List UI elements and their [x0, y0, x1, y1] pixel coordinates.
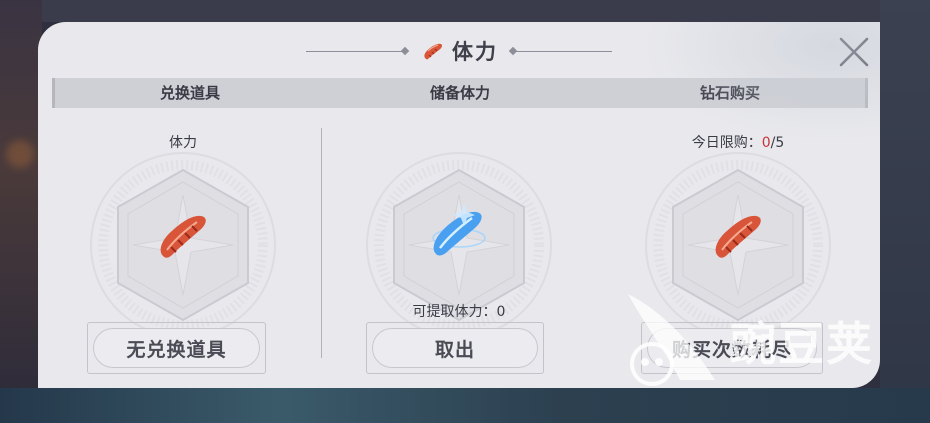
dialog-title: 体力 [452, 39, 498, 64]
title-divider-left [306, 50, 406, 52]
game-background-right [880, 0, 930, 423]
stamina-dialog: 体力 兑换道具 储备体力 钻石购买 体力 无兑换道具 可提取体力：0 取出 今日… [38, 22, 880, 388]
sausage-icon [424, 43, 443, 60]
withdraw-label: 取出 [434, 338, 475, 361]
game-background-bottom [0, 388, 930, 423]
daily-limit-prefix: 今日限购： [691, 135, 762, 151]
title-divider-right [512, 50, 612, 52]
column-header-bar: 兑换道具 储备体力 钻石购买 [52, 78, 868, 108]
withdraw-button[interactable]: 取出 [366, 322, 544, 374]
extractable-stamina-prefix: 可提取体力： [412, 304, 497, 320]
column-divider [321, 128, 322, 358]
dialog-title-row: 体力 [38, 36, 880, 66]
no-exchange-items-label: 无兑换道具 [126, 338, 227, 361]
header-exchange-items: 兑换道具 [159, 84, 220, 102]
stamina-label: 体力 [169, 135, 197, 151]
blue-crystal-sausage-icon [432, 204, 486, 256]
game-background-top [0, 0, 930, 22]
close-x-icon[interactable] [834, 32, 874, 72]
sausage-icon [715, 215, 761, 258]
extractable-stamina-text: 可提取体力：0 [324, 301, 594, 321]
extractable-stamina-value: 0 [496, 304, 506, 320]
daily-limit-used: 0 [761, 135, 771, 151]
daily-limit-total: /5 [770, 135, 785, 151]
purchase-exhausted-button[interactable]: 购买次数耗尽 [641, 322, 823, 374]
daily-limit-text: 今日限购：0/5 [603, 132, 873, 152]
exchange-items-column: 体力 无兑换道具 [48, 108, 318, 388]
diamond-purchase-column: 今日限购：0/5 购买次数耗尽 [603, 108, 873, 388]
reserve-stamina-column: 可提取体力：0 取出 [324, 108, 594, 388]
purchase-exhausted-label: 购买次数耗尽 [671, 338, 792, 361]
no-exchange-items-button[interactable]: 无兑换道具 [87, 322, 266, 374]
game-background-left [0, 0, 42, 423]
sausage-icon [160, 215, 206, 258]
header-diamond-purchase: 钻石购买 [699, 84, 760, 102]
header-reserve-stamina: 储备体力 [429, 84, 490, 102]
